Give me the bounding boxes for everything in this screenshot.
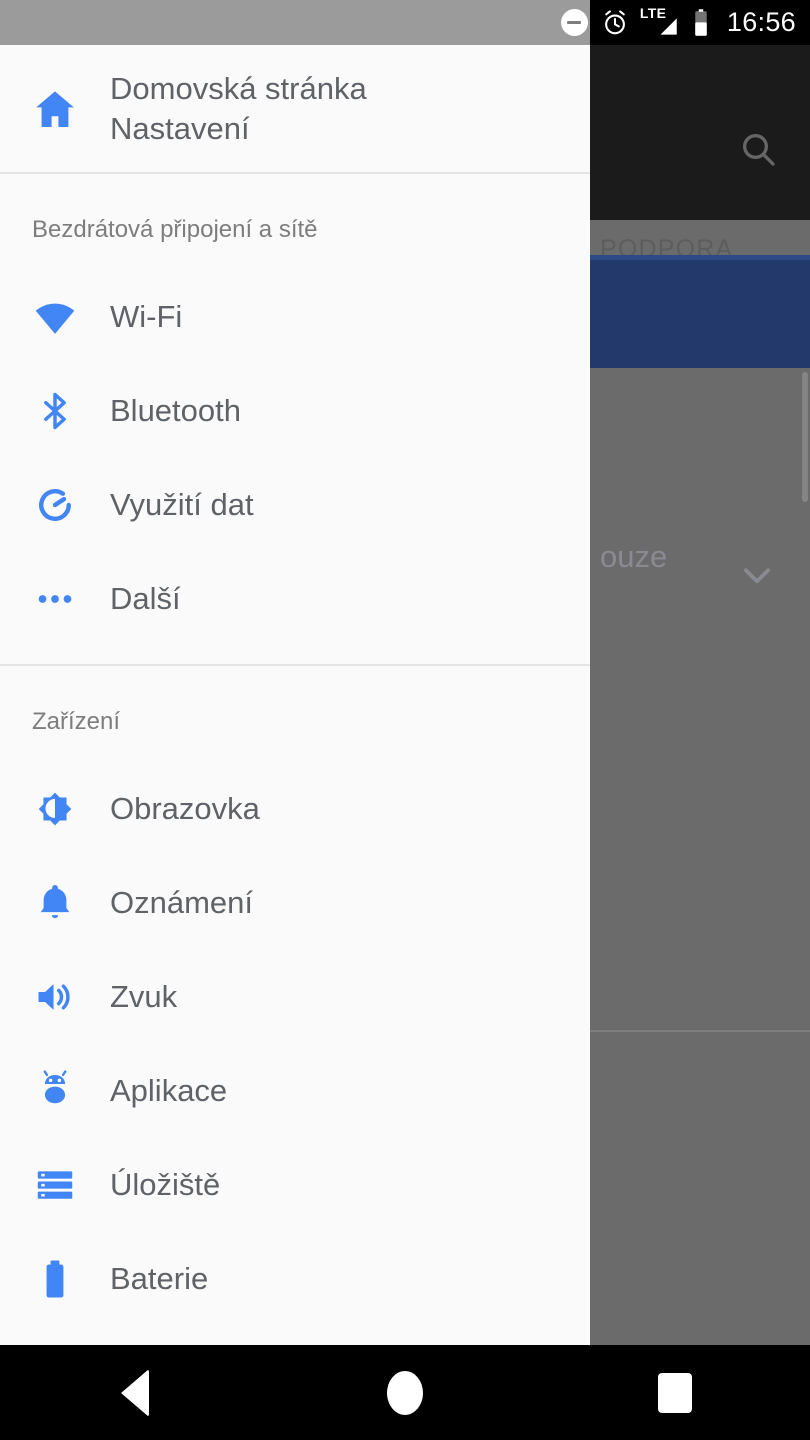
- sidebar-item-label: Další: [110, 581, 181, 616]
- volume-icon: [0, 975, 110, 1019]
- drawer-header[interactable]: Domovská stránka Nastavení: [0, 45, 590, 172]
- background-list-divider: [590, 1030, 810, 1032]
- signal-icon: LTE: [640, 5, 680, 39]
- sidebar-item-battery[interactable]: Baterie: [0, 1232, 590, 1326]
- drawer-header-title: Domovská stránka Nastavení: [110, 69, 387, 148]
- sidebar-item-label: Využití dat: [110, 487, 254, 522]
- section-wireless: Bezdrátová připojení a sítě Wi-Fi Blueto…: [0, 174, 590, 664]
- sidebar-item-label: Oznámení: [110, 885, 254, 920]
- bluetooth-icon: [0, 389, 110, 433]
- sidebar-item-label: Aplikace: [110, 1073, 228, 1108]
- drawer-header-line2: Nastavení: [110, 110, 250, 146]
- section-device: Zařízení Obrazovka Oznámení Zvuk Aplikac…: [0, 666, 590, 1336]
- home-icon: [0, 85, 110, 133]
- sidebar-item-label: Zvuk: [110, 979, 178, 1014]
- recents-button[interactable]: [615, 1345, 735, 1440]
- sidebar-item-storage[interactable]: Úložiště: [0, 1138, 590, 1232]
- data-usage-icon: [0, 483, 110, 527]
- brightness-icon: [0, 787, 110, 831]
- alarm-icon: [601, 9, 629, 37]
- home-circle-icon: [387, 1370, 423, 1415]
- phone-screen: PODPORA ouze Domovská stránka Nastavení …: [0, 0, 810, 1440]
- sidebar-item-data-usage[interactable]: Využití dat: [0, 458, 590, 552]
- status-bar-clock: 16:56: [726, 7, 796, 37]
- android-icon: [0, 1069, 110, 1113]
- status-bar: LTE 16:56: [0, 0, 810, 45]
- section-title-device: Zařízení: [32, 708, 121, 735]
- scrollbar[interactable]: [802, 372, 808, 502]
- chevron-down-icon[interactable]: [734, 552, 780, 598]
- drawer-header-line1: Domovská stránka: [110, 70, 367, 106]
- storage-icon: [0, 1163, 110, 1207]
- back-triangle-icon: [121, 1368, 149, 1417]
- bell-icon: [0, 881, 110, 925]
- recents-square-icon: [658, 1372, 692, 1413]
- status-bar-icons: LTE 16:56: [560, 0, 810, 45]
- sidebar-item-sound[interactable]: Zvuk: [0, 950, 590, 1044]
- background-row-label: ouze: [600, 539, 668, 574]
- sidebar-item-label: Wi-Fi: [110, 299, 183, 334]
- section-title-wireless: Bezdrátová připojení a sítě: [32, 216, 318, 243]
- system-navigation-bar: [0, 1345, 810, 1440]
- sidebar-item-label: Obrazovka: [110, 791, 260, 826]
- status-bar-dim-overlay: [0, 0, 590, 45]
- wifi-icon: [0, 295, 110, 339]
- sidebar-item-label: Úložiště: [110, 1167, 221, 1202]
- sidebar-item-notifications[interactable]: Oznámení: [0, 856, 590, 950]
- battery-icon: [0, 1257, 110, 1301]
- sidebar-item-bluetooth[interactable]: Bluetooth: [0, 364, 590, 458]
- do-not-disturb-icon: [560, 9, 588, 36]
- sidebar-item-label: Bluetooth: [110, 393, 241, 428]
- sidebar-item-apps[interactable]: Aplikace: [0, 1044, 590, 1138]
- sidebar-item-wifi[interactable]: Wi-Fi: [0, 270, 590, 364]
- sidebar-item-more[interactable]: Další: [0, 552, 590, 646]
- back-button[interactable]: [75, 1345, 195, 1440]
- home-button[interactable]: [345, 1345, 465, 1440]
- navigation-drawer: Domovská stránka Nastavení Bezdrátová př…: [0, 45, 590, 1345]
- search-icon[interactable]: [726, 117, 790, 181]
- sidebar-item-label: Baterie: [110, 1261, 209, 1296]
- battery-icon: [691, 8, 711, 38]
- sidebar-item-display[interactable]: Obrazovka: [0, 762, 590, 856]
- more-horizontal-icon: [0, 577, 110, 621]
